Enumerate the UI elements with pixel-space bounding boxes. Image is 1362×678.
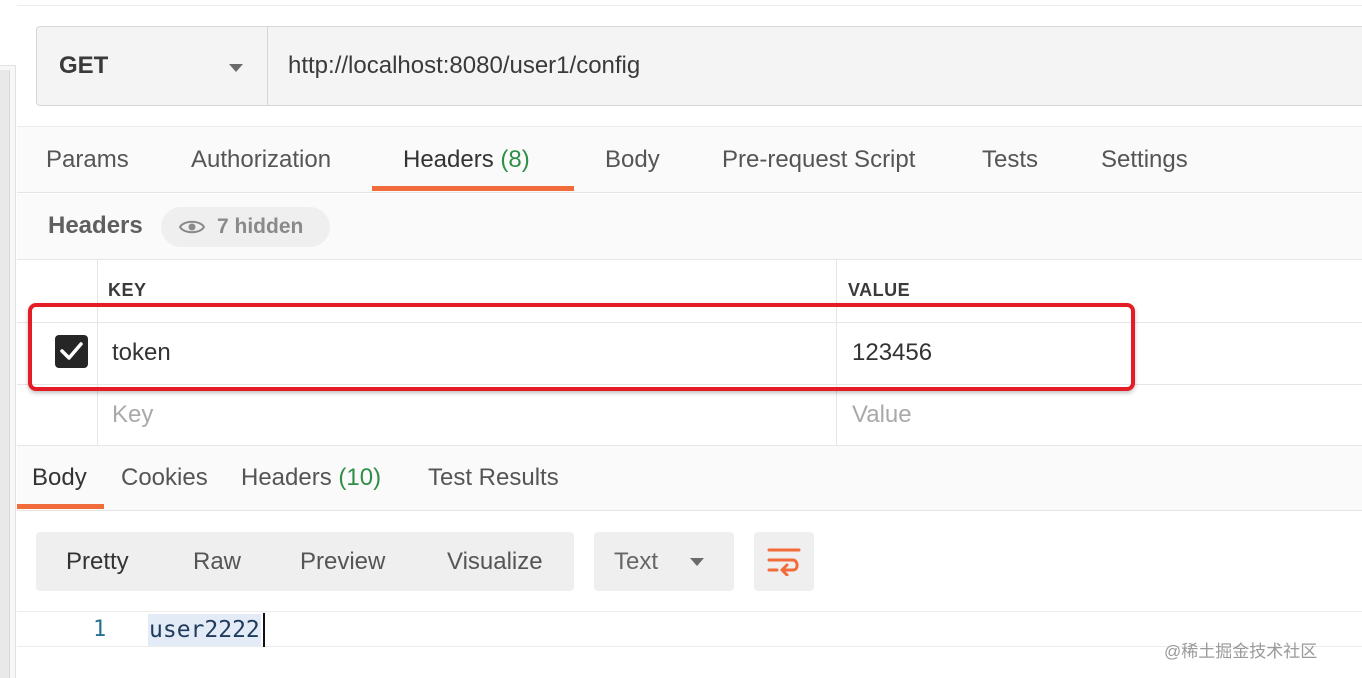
tab-label: Test Results [428,464,559,491]
value-column-header: VALUE [848,280,911,300]
preview-view-button[interactable]: Preview [300,532,385,591]
tab-authorization[interactable]: Authorization [191,127,331,193]
tab-label: Body [605,146,660,173]
tab-label: Pre-request Script [722,146,916,173]
url-input[interactable]: http://localhost:8080/user1/config [268,27,1362,105]
tab-count: (10) [338,464,382,491]
tab-label: Headers [241,464,332,491]
tab-settings[interactable]: Settings [1101,127,1188,193]
response-tabs: Body Cookies Headers (10) Test Results [17,445,1362,511]
wrap-lines-icon [767,548,801,576]
response-body-editor[interactable]: 1 user2222 [17,611,1362,647]
line-number: 1 [93,617,107,642]
eye-icon [179,220,205,234]
format-select[interactable]: Text [594,532,734,591]
headers-subheader: Headers 7 hidden [17,194,1362,260]
tab-count: (8) [500,146,530,173]
left-scrollbar[interactable] [0,70,10,678]
response-body-text[interactable]: user2222 [148,614,261,646]
tab-label: Tests [982,146,1039,173]
tab-test-results[interactable]: Test Results [428,446,559,510]
tab-cookies[interactable]: Cookies [121,446,208,510]
view-mode-group: Pretty Raw Preview Visualize [36,532,574,591]
active-response-tab-indicator [17,504,104,509]
visualize-view-button[interactable]: Visualize [447,532,543,591]
chevron-down-icon [229,64,243,72]
tab-label: Settings [1101,146,1188,173]
format-label: Text [614,548,659,575]
tab-params[interactable]: Params [46,127,129,193]
text-cursor [263,613,265,647]
top-divider [17,0,1362,6]
active-tab-indicator [372,186,574,191]
tab-response-body[interactable]: Body [32,446,87,510]
tab-label: Cookies [121,464,208,491]
method-select[interactable]: GET [37,27,268,105]
tab-tests[interactable]: Tests [982,127,1038,193]
tab-response-headers[interactable]: Headers (10) [241,446,381,510]
request-bar: GET http://localhost:8080/user1/config [36,26,1362,106]
new-key-input[interactable]: Key [112,401,153,429]
highlight-annotation [28,303,1135,391]
tab-body[interactable]: Body [605,127,660,193]
tab-label: Headers [403,146,494,173]
request-tabs: Params Authorization Headers (8) Body Pr… [17,126,1362,193]
tab-label: Authorization [191,146,332,173]
key-column-header: KEY [108,280,147,300]
hidden-headers-toggle[interactable]: 7 hidden [161,207,330,247]
wrap-lines-button[interactable] [754,532,814,591]
left-edge-top [0,0,16,66]
raw-view-button[interactable]: Raw [193,532,241,591]
tab-label: Body [32,464,87,491]
window-left-edge [0,0,16,678]
tab-headers[interactable]: Headers (8) [403,127,530,193]
method-label: GET [59,52,109,79]
request-panel: GET http://localhost:8080/user1/config P… [17,0,1362,678]
hidden-count-label: 7 hidden [217,215,304,238]
headers-title: Headers [48,212,143,239]
chevron-down-icon [690,558,704,566]
watermark: @稀土掘金技术社区 [1164,642,1318,661]
tab-label: Params [46,146,129,173]
new-value-input[interactable]: Value [852,401,912,429]
pretty-view-button[interactable]: Pretty [66,532,129,591]
url-text: http://localhost:8080/user1/config [288,52,641,79]
tab-pre-request-script[interactable]: Pre-request Script [722,127,915,193]
